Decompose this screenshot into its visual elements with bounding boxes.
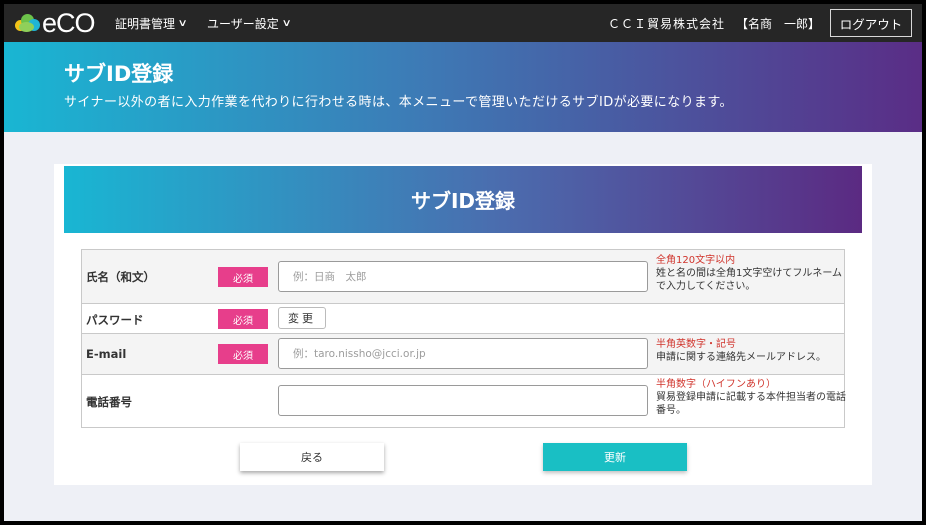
nav-label: 証明書管理 <box>115 17 176 31</box>
field-label: E-mail <box>86 347 127 361</box>
cloud-logo-icon <box>13 12 41 34</box>
form-row-password: パスワード 必須 変更 <box>82 304 844 334</box>
field-label: 氏名（和文） <box>86 270 155 284</box>
form-table: 氏名（和文） 必須 例：日商 太郎 全角120文字以内 姓と名の間は全角1文字空… <box>81 249 846 428</box>
note-text: 姓と名の間は全角1文字空けてフルネームで入力してください。 <box>656 268 843 292</box>
nav-certificate-management[interactable]: 証明書管理 ∨ <box>115 15 188 32</box>
required-badge: 必須 <box>218 267 268 287</box>
field-label: パスワード <box>86 313 144 327</box>
chevron-down-icon: ∨ <box>281 18 292 29</box>
form-row-email: E-mail 必須 例：taro.nissho@jcci.or.jp 半角英数字… <box>82 334 844 375</box>
page-title: サブID登録 <box>64 62 174 86</box>
note-constraint: 全角120文字以内 <box>656 255 736 266</box>
logout-button[interactable]: ログアウト <box>830 9 912 37</box>
email-input[interactable]: 例：taro.nissho@jcci.or.jp <box>278 338 648 369</box>
note-constraint: 半角英数字・記号 <box>656 339 736 350</box>
company-name: ＣＣＩ貿易株式会社 <box>608 17 726 31</box>
field-label: 電話番号 <box>86 395 132 409</box>
form-row-name: 氏名（和文） 必須 例：日商 太郎 全角120文字以内 姓と名の間は全角1文字空… <box>82 250 844 304</box>
page-description: サイナー以外の者に入力作業を代わりに行わせる時は、本メニューで管理いただけるサブ… <box>64 95 733 110</box>
form-title: サブID登録 <box>64 166 862 233</box>
app-window: eCO 証明書管理 ∨ ユーザー設定 ∨ ＣＣＩ貿易株式会社 【名商 一郎】 ロ… <box>4 4 922 521</box>
field-note: 半角数字（ハイフンあり） 貿易登録申請に記載する本件担当者の電話番号。 <box>656 378 846 417</box>
update-button[interactable]: 更新 <box>543 443 687 471</box>
nav-user-settings[interactable]: ユーザー設定 ∨ <box>207 15 292 32</box>
form-card: サブID登録 氏名（和文） 必須 例：日商 太郎 全角120文字以内 姓と名の間… <box>54 164 872 485</box>
required-badge: 必須 <box>218 344 268 364</box>
note-text: 貿易登録申請に記載する本件担当者の電話番号。 <box>656 392 846 416</box>
note-text: 申請に関する連絡先メールアドレス。 <box>656 352 826 363</box>
back-button[interactable]: 戻る <box>240 443 384 471</box>
nav-label: ユーザー設定 <box>207 17 279 31</box>
user-name: 【名商 一郎】 <box>736 17 821 31</box>
note-constraint: 半角数字（ハイフンあり） <box>656 379 776 390</box>
eco-logo[interactable]: eCO <box>13 8 96 38</box>
logo-text: eCO <box>42 8 96 38</box>
required-badge: 必須 <box>218 309 268 329</box>
phone-input[interactable] <box>278 385 648 416</box>
page-header: サブID登録 サイナー以外の者に入力作業を代わりに行わせる時は、本メニューで管理… <box>4 42 922 132</box>
name-input[interactable]: 例：日商 太郎 <box>278 261 648 292</box>
top-navbar: eCO 証明書管理 ∨ ユーザー設定 ∨ ＣＣＩ貿易株式会社 【名商 一郎】 ロ… <box>4 4 922 42</box>
form-row-phone: 電話番号 半角数字（ハイフンあり） 貿易登録申請に記載する本件担当者の電話番号。 <box>82 375 846 427</box>
field-note: 半角英数字・記号 申請に関する連絡先メールアドレス。 <box>656 338 846 364</box>
change-password-button[interactable]: 変更 <box>278 307 326 329</box>
field-note: 全角120文字以内 姓と名の間は全角1文字空けてフルネームで入力してください。 <box>656 254 846 293</box>
chevron-down-icon: ∨ <box>177 18 188 29</box>
